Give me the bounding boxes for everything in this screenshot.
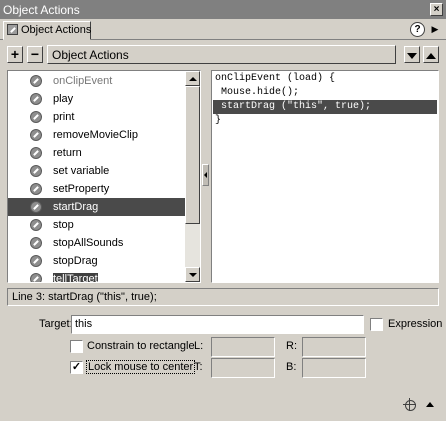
left-field[interactable] bbox=[211, 337, 275, 357]
action-arrow-icon bbox=[30, 219, 42, 231]
scroll-thumb[interactable] bbox=[185, 86, 200, 224]
action-arrow-icon bbox=[30, 273, 42, 282]
scroll-down-icon bbox=[188, 273, 197, 277]
action-list-item-label: stopDrag bbox=[53, 255, 98, 267]
target-path-icon[interactable] bbox=[403, 398, 416, 411]
action-list-item-label: play bbox=[53, 93, 74, 105]
action-arrow-icon bbox=[30, 93, 42, 105]
collapse-left-icon[interactable] bbox=[202, 164, 209, 186]
scroll-down-button[interactable] bbox=[185, 267, 200, 282]
action-list[interactable]: onClipEvent play print removeMovieClip retur… bbox=[7, 70, 201, 283]
status-line: Line 3: startDrag ("this", true); bbox=[7, 288, 439, 306]
action-list-item-label: tellTarget bbox=[53, 273, 98, 283]
pane-splitter[interactable] bbox=[202, 70, 210, 283]
panel-title: Object Actions bbox=[47, 45, 396, 64]
expression-checkbox[interactable] bbox=[370, 318, 383, 331]
action-list-item-label: return bbox=[53, 147, 82, 159]
action-arrow-icon bbox=[30, 75, 42, 87]
panel-menu-icon[interactable]: ▶ bbox=[428, 23, 442, 37]
action-list-item[interactable]: set variable bbox=[8, 162, 185, 180]
scroll-up-icon bbox=[188, 77, 197, 81]
bottom-field[interactable] bbox=[302, 358, 366, 378]
help-button[interactable]: ? bbox=[410, 22, 425, 37]
code-line[interactable]: Mouse.hide(); bbox=[213, 86, 437, 100]
action-arrow-icon bbox=[30, 147, 42, 159]
chevron-up-icon bbox=[426, 53, 436, 59]
action-list-item[interactable]: removeMovieClip bbox=[8, 126, 185, 144]
collapse-triangle-icon[interactable] bbox=[426, 402, 434, 407]
action-list-item[interactable]: stopDrag bbox=[8, 252, 185, 270]
tab-strip: Object Actions ? ▶ bbox=[0, 19, 446, 40]
move-down-button[interactable] bbox=[404, 46, 420, 63]
action-list-item[interactable]: stopAllSounds bbox=[8, 234, 185, 252]
add-action-button[interactable]: + bbox=[7, 46, 23, 63]
top-label: T: bbox=[194, 361, 203, 373]
chevron-down-icon bbox=[407, 53, 417, 59]
action-list-item[interactable]: setProperty bbox=[8, 180, 185, 198]
lock-center-checkbox[interactable]: ✓ bbox=[70, 361, 83, 374]
action-arrow-icon bbox=[30, 183, 42, 195]
tab-label: Object Actions bbox=[21, 24, 92, 36]
action-list-item[interactable]: print bbox=[8, 108, 185, 126]
action-list-item[interactable]: stop bbox=[8, 216, 185, 234]
action-list-item-label: stop bbox=[53, 219, 74, 231]
action-list-item-label: stopAllSounds bbox=[53, 237, 124, 249]
action-list-item[interactable]: startDrag bbox=[8, 198, 185, 216]
action-arrow-icon bbox=[7, 24, 18, 35]
close-icon[interactable]: × bbox=[430, 3, 443, 16]
action-arrow-icon bbox=[30, 255, 42, 267]
action-list-scrollbar[interactable] bbox=[185, 71, 200, 282]
top-field[interactable] bbox=[211, 358, 275, 378]
bottom-label: B: bbox=[286, 361, 297, 373]
constrain-checkbox[interactable] bbox=[70, 340, 83, 353]
expression-label[interactable]: Expression bbox=[388, 318, 442, 330]
script-editor[interactable]: onClipEvent (load) {Mouse.hide(); startDr… bbox=[211, 70, 439, 283]
action-list-item-label: removeMovieClip bbox=[53, 129, 138, 141]
code-line[interactable]: } bbox=[213, 114, 437, 128]
action-list-item[interactable]: play bbox=[8, 90, 185, 108]
action-list-item-label: setProperty bbox=[53, 183, 110, 195]
action-list-item-label: set variable bbox=[53, 165, 110, 177]
target-label: Target: bbox=[39, 318, 73, 330]
left-label: L: bbox=[194, 340, 204, 352]
lock-center-label[interactable]: Lock mouse to center bbox=[85, 360, 196, 374]
target-input[interactable]: this bbox=[71, 315, 364, 334]
window-title: Object Actions bbox=[3, 3, 80, 17]
right-label: R: bbox=[286, 340, 297, 352]
action-arrow-icon bbox=[30, 165, 42, 177]
move-up-button[interactable] bbox=[423, 46, 439, 63]
action-list-item-label: startDrag bbox=[53, 201, 99, 213]
action-arrow-icon bbox=[30, 237, 42, 249]
action-arrow-icon bbox=[30, 111, 42, 123]
action-list-item[interactable]: return bbox=[8, 144, 185, 162]
code-line[interactable]: startDrag ("this", true); bbox=[213, 100, 437, 114]
code-line[interactable]: onClipEvent (load) { bbox=[213, 72, 437, 86]
action-list-item-label: onClipEvent bbox=[53, 75, 113, 87]
action-list-item-label: print bbox=[53, 111, 75, 123]
action-arrow-icon bbox=[30, 129, 42, 141]
scroll-up-button[interactable] bbox=[185, 71, 200, 86]
window-title-bar[interactable]: Object Actions × bbox=[0, 0, 446, 19]
action-arrow-icon bbox=[30, 201, 42, 213]
tab-object-actions[interactable]: Object Actions bbox=[3, 21, 91, 40]
action-list-item[interactable]: tellTarget bbox=[8, 270, 185, 283]
remove-action-button[interactable]: − bbox=[27, 46, 43, 63]
constrain-label[interactable]: Constrain to rectangle bbox=[87, 340, 195, 352]
action-list-item[interactable]: onClipEvent bbox=[8, 72, 185, 90]
right-field[interactable] bbox=[302, 337, 366, 357]
